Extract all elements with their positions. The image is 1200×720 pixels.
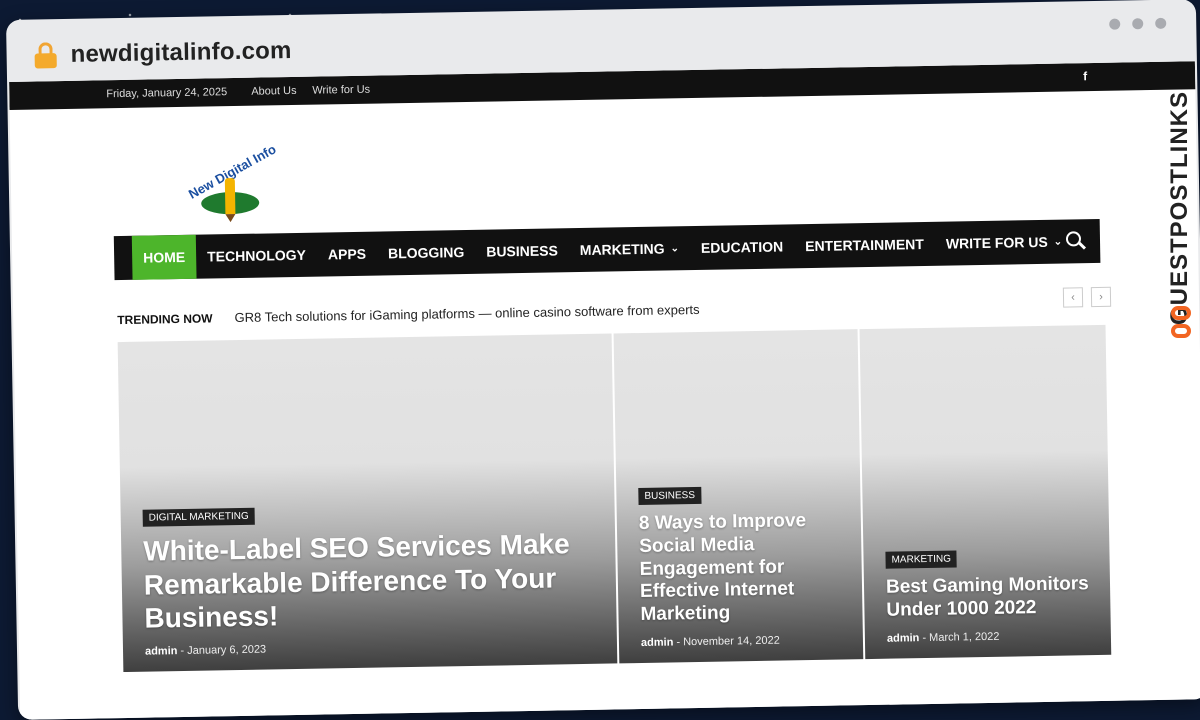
search-icon[interactable] bbox=[1065, 231, 1087, 251]
featured-post[interactable]: BUSINESS 8 Ways to Improve Social Media … bbox=[613, 329, 864, 664]
web-page: Friday, January 24, 2025 About Us Write … bbox=[9, 61, 1200, 720]
watermark-text: GUESTPOSTLINKS bbox=[1166, 90, 1193, 326]
post-title[interactable]: White-Label SEO Services Make Remarkable… bbox=[143, 527, 599, 636]
window-dot-icon[interactable] bbox=[1109, 18, 1121, 30]
post-date: March 1, 2022 bbox=[929, 630, 1000, 644]
post-date: January 6, 2023 bbox=[187, 643, 267, 657]
post-author[interactable]: admin bbox=[145, 645, 178, 658]
post-title[interactable]: Best Gaming Monitors Under 1000 2022 bbox=[886, 574, 1093, 623]
browser-window: newdigitalinfo.com Friday, January 24, 2… bbox=[6, 0, 1200, 720]
about-us-link[interactable]: About Us bbox=[251, 85, 296, 98]
nav-item-write-for-us[interactable]: WRITE FOR US ⌄ bbox=[934, 219, 1073, 265]
category-badge[interactable]: DIGITAL MARKETING bbox=[142, 507, 255, 527]
address-bar[interactable]: newdigitalinfo.com bbox=[34, 37, 292, 69]
nav-item-technology[interactable]: TECHNOLOGY bbox=[196, 233, 318, 279]
nav-item-entertainment[interactable]: ENTERTAINMENT bbox=[794, 222, 935, 268]
top-bar: Friday, January 24, 2025 About Us Write … bbox=[9, 61, 1196, 110]
chevron-down-icon: ⌄ bbox=[1053, 236, 1063, 248]
site-logo[interactable]: New Digital Info bbox=[186, 141, 291, 229]
post-title[interactable]: 8 Ways to Improve Social Media Engagemen… bbox=[639, 509, 845, 627]
post-author[interactable]: admin bbox=[887, 632, 920, 645]
nav-item-education[interactable]: EDUCATION bbox=[690, 224, 795, 270]
trending-headline[interactable]: GR8 Tech solutions for iGaming platforms… bbox=[234, 302, 699, 325]
category-badge[interactable]: MARKETING bbox=[885, 550, 958, 570]
nav-item-home[interactable]: HOME bbox=[131, 234, 197, 280]
window-controls bbox=[1109, 17, 1167, 30]
facebook-icon[interactable]: f bbox=[1083, 69, 1087, 83]
lock-icon bbox=[34, 42, 57, 69]
write-for-us-link[interactable]: Write for Us bbox=[312, 84, 370, 97]
chevron-down-icon: ⌄ bbox=[670, 242, 680, 254]
trending-bar: TRENDING NOW GR8 Tech solutions for iGam… bbox=[117, 302, 700, 327]
main-navigation: HOME TECHNOLOGY APPS BLOGGING BUSINESS M… bbox=[113, 218, 1101, 281]
category-badge[interactable]: BUSINESS bbox=[638, 486, 702, 506]
nav-item-marketing[interactable]: MARKETING ⌄ bbox=[568, 226, 690, 272]
post-author[interactable]: admin bbox=[641, 636, 674, 649]
window-dot-icon[interactable] bbox=[1155, 17, 1167, 29]
window-dot-icon[interactable] bbox=[1132, 18, 1144, 30]
current-date: Friday, January 24, 2025 bbox=[106, 86, 228, 101]
chain-link-icon bbox=[1171, 306, 1191, 346]
post-meta: admin - November 14, 2022 bbox=[640, 634, 780, 650]
post-meta: admin - March 1, 2022 bbox=[886, 630, 1000, 645]
featured-grid: DIGITAL MARKETING White-Label SEO Servic… bbox=[117, 324, 1112, 673]
pencil-icon bbox=[224, 178, 236, 215]
post-date: November 14, 2022 bbox=[683, 634, 780, 649]
trending-label: TRENDING NOW bbox=[117, 310, 213, 327]
featured-post[interactable]: DIGITAL MARKETING White-Label SEO Servic… bbox=[117, 333, 618, 673]
post-meta: admin - January 6, 2023 bbox=[144, 643, 267, 658]
featured-post[interactable]: MARKETING Best Gaming Monitors Under 100… bbox=[859, 324, 1112, 660]
guestpostlinks-watermark: GUESTPOSTLINKS bbox=[1162, 58, 1198, 358]
url-text: newdigitalinfo.com bbox=[70, 37, 292, 68]
trending-pager: ‹ › bbox=[1062, 286, 1112, 308]
next-arrow-icon[interactable]: › bbox=[1090, 286, 1112, 308]
nav-item-apps[interactable]: APPS bbox=[317, 232, 378, 277]
prev-arrow-icon[interactable]: ‹ bbox=[1062, 287, 1084, 308]
nav-item-blogging[interactable]: BLOGGING bbox=[377, 230, 476, 276]
nav-item-business[interactable]: BUSINESS bbox=[475, 228, 569, 274]
